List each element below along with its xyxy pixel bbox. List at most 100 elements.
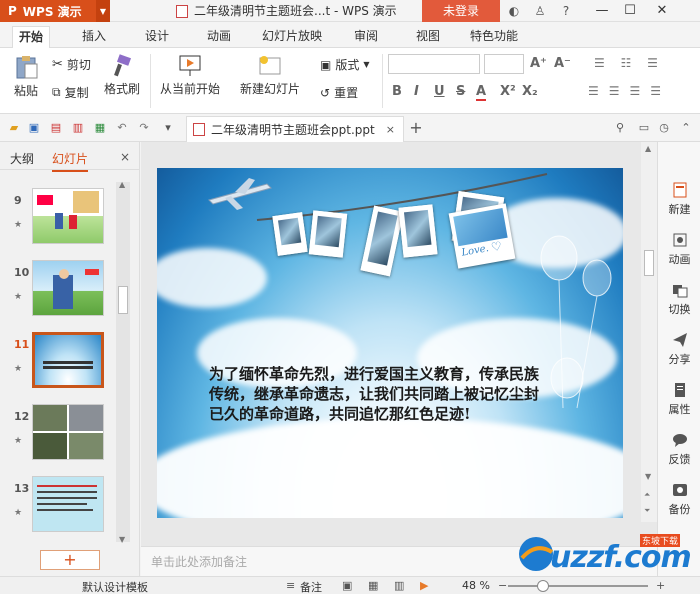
print-preview-icon[interactable]: ▦ [92,120,108,136]
scrollbar-thumb[interactable] [644,250,654,276]
tab-design[interactable]: 设计 [139,26,175,48]
star-icon: ★ [14,508,23,518]
cut-button[interactable]: ✂ 剪切 [52,56,91,73]
share-button[interactable]: 分享 [658,332,700,367]
design-template-label[interactable]: 默认设计模板 [82,579,148,594]
tab-review[interactable]: 审阅 [348,26,384,48]
tab-slideshow[interactable]: 幻灯片放映 [256,26,328,48]
tab-view[interactable]: 视图 [410,26,446,48]
copy-button[interactable]: ⧉ 复制 [52,84,89,101]
chevron-up-icon[interactable]: ⌃ [678,120,694,136]
zoom-slider-track[interactable] [508,585,648,587]
current-slide[interactable]: Love. ♡ 为了缅怀革命先烈，进行爱国主义教育，传承民族传统，继承革命遗志，… [157,168,623,518]
history-icon[interactable]: ◷ [656,120,672,136]
export-pdf-icon[interactable]: ▤ [48,120,64,136]
layout-icon: ▣ [320,57,332,72]
reset-button[interactable]: ↺ 重置 [320,84,358,101]
chevron-down-icon[interactable]: ▼ [119,535,125,544]
decrease-font-icon[interactable]: A⁻ [554,56,571,71]
add-slide-button[interactable]: + [40,550,100,570]
normal-view-icon[interactable]: ▣ [342,579,352,592]
canvas-scrollbar[interactable]: ▲ ▼ ⏶ ⏷ [641,142,657,522]
pin-icon[interactable]: ⚲ [612,120,628,136]
format-painter-button[interactable]: 格式刷 [104,54,140,97]
slideshow-icon[interactable]: ▶ [420,579,428,592]
scrollbar-thumb[interactable] [118,286,128,314]
chevron-up-icon[interactable]: ▲ [119,180,125,189]
underline-button[interactable]: U [434,84,445,99]
transition-button[interactable]: 切换 [658,282,700,317]
slide-thumbnail-selected[interactable]: 11 ★ [0,332,116,394]
list-icons[interactable]: ☰ ☷ ☰ [594,56,664,70]
bold-button[interactable]: B [392,84,402,99]
help-icon[interactable]: ? [558,3,574,19]
sorter-view-icon[interactable]: ▦ [368,579,378,592]
tab-slides[interactable]: 幻灯片 [52,150,89,172]
new-slide-button[interactable]: 新建幻灯片 [240,54,300,97]
maximize-button[interactable]: ☐ [616,0,644,22]
projector-icon [179,55,201,76]
close-icon[interactable]: × [120,150,130,164]
notes-icon[interactable]: ≡ [286,579,295,592]
document-tab[interactable]: 二年级清明节主题班会ppt.ppt × [186,116,404,142]
notes-toggle[interactable]: 备注 [300,579,322,594]
skin-icon[interactable]: ◐ [506,3,522,19]
feedback-button[interactable]: 反馈 [658,432,700,467]
animation-button[interactable]: 动画 [658,232,700,267]
slide-thumbnail[interactable]: 9 ★ [0,188,116,250]
slide-thumbnail[interactable]: 13 ★ [0,476,116,538]
backup-button[interactable]: 备份 [658,482,700,517]
minimize-button[interactable]: — [588,0,616,22]
page-down-icon[interactable]: ⏷ [644,506,650,516]
superscript-button[interactable]: X² [500,84,516,99]
chevron-down-icon[interactable]: ▼ [645,472,651,481]
reading-view-icon[interactable]: ▥ [394,579,404,592]
login-button[interactable]: 未登录 [422,0,500,22]
tab-outline[interactable]: 大纲 [10,150,34,167]
zoom-out-button[interactable]: − [498,579,507,592]
align-icons[interactable]: ☰☰☰☰ [588,84,671,98]
zoom-level[interactable]: 48 % [462,579,490,592]
font-family-select[interactable] [388,54,480,74]
close-icon[interactable]: × [386,123,395,136]
properties-label: 属性 [668,403,691,416]
comment-icon[interactable]: ▭ [636,120,652,136]
play-from-current-button[interactable]: 从当前开始 [160,54,220,97]
star-icon: ★ [14,364,23,374]
shirt-icon[interactable]: ♙ [532,3,548,19]
app-menu-button[interactable]: P WPS 演示 ▼ [0,0,110,22]
slide-preview [32,188,104,244]
tab-insert[interactable]: 插入 [76,26,112,48]
thumbnail-scrollbar[interactable]: ▲ ▼ [116,180,130,544]
redo-icon[interactable]: ↷ [136,120,152,136]
zoom-slider-knob[interactable] [537,580,549,592]
subscript-button[interactable]: X₂ [522,84,538,99]
paste-button[interactable]: 粘贴 [8,54,44,99]
page-up-icon[interactable]: ⏶ [644,490,650,500]
tab-animation[interactable]: 动画 [201,26,237,48]
font-color-button[interactable]: A [476,84,487,101]
slide-thumbnail[interactable]: 10 ★ [0,260,116,322]
layout-button[interactable]: ▣ 版式 ▼ [320,56,370,73]
chevron-up-icon[interactable]: ▲ [645,144,651,153]
close-button[interactable]: ✕ [648,0,676,22]
tab-features[interactable]: 特色功能 [464,26,524,48]
ribbon-toolbar: 粘贴 ✂ 剪切 ⧉ 复制 格式刷 从当前开始 新建幻灯片 ▣ 版式 ▼ ↺ 重置… [0,48,700,114]
increase-font-icon[interactable]: A⁺ [530,56,547,71]
ribbon-separator [382,54,383,108]
font-size-select[interactable] [484,54,524,74]
properties-button[interactable]: 属性 [658,382,700,417]
tab-home[interactable]: 开始 [12,26,51,48]
print-icon[interactable]: ▥ [70,120,86,136]
slide-body-text[interactable]: 为了缅怀革命先烈，进行爱国主义教育，传承民族传统，继承革命遗志，让我们共同踏上被… [209,364,549,424]
undo-icon[interactable]: ↶ [114,120,130,136]
customize-icon[interactable]: ▾ [160,120,176,136]
new-tab-button[interactable]: + [408,120,424,136]
slide-thumbnail[interactable]: 12 ★ [0,404,116,466]
italic-button[interactable]: I [414,84,419,99]
save-icon[interactable]: ▣ [26,120,42,136]
new-button[interactable]: 新建 [658,182,700,217]
open-folder-icon[interactable]: ▰ [6,120,22,136]
strikethrough-button[interactable]: S [456,84,465,99]
zoom-in-button[interactable]: + [656,579,665,592]
